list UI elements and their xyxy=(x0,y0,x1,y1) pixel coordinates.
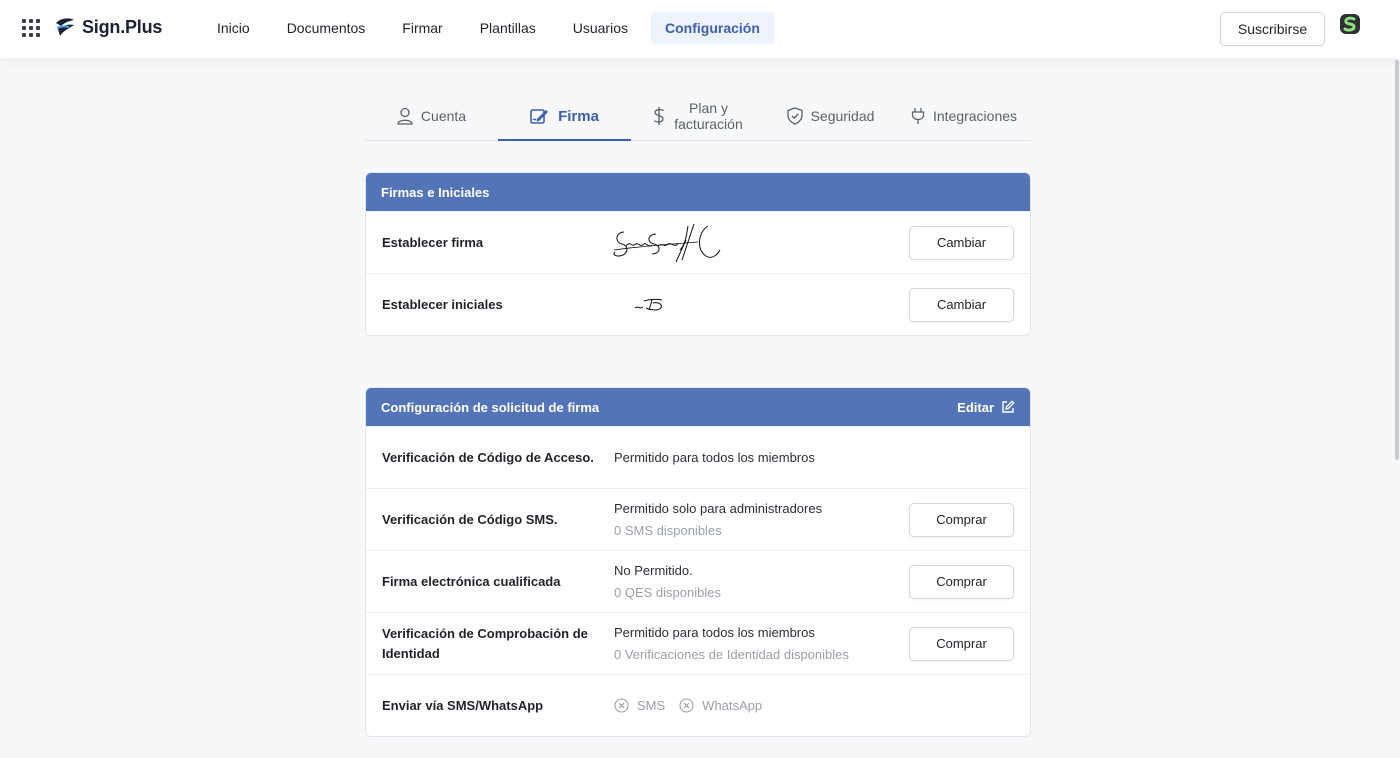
row-label: Verificación de Comprobación de Identida… xyxy=(382,625,588,661)
subscribe-button[interactable]: Suscribirse xyxy=(1220,12,1325,46)
access-code-verification-row: Verificación de Código de Acceso. Permit… xyxy=(366,426,1030,488)
buy-qes-button[interactable]: Comprar xyxy=(909,564,1014,599)
x-circle-icon xyxy=(679,698,694,713)
nav-item-documentos[interactable]: Documentos xyxy=(273,12,380,44)
set-signature-row: Establecer firma Cambiar xyxy=(366,211,1030,273)
tab-label: Firma xyxy=(558,107,599,125)
row-value: Permitido para todos los miembros xyxy=(614,447,815,469)
qualified-signature-row: Firma electrónica cualificada No Permiti… xyxy=(366,550,1030,612)
set-initials-row: Establecer iniciales Cambiar xyxy=(366,273,1030,335)
nav-item-plantillas[interactable]: Plantillas xyxy=(466,12,550,44)
tab-label-line2: facturación xyxy=(674,116,743,132)
row-value: Permitido para todos los miembros 0 Veri… xyxy=(614,622,849,666)
tab-cuenta[interactable]: Cuenta xyxy=(365,92,498,140)
tab-label: Integraciones xyxy=(932,108,1018,124)
card-title: Configuración de solicitud de firma xyxy=(381,399,600,415)
card-header: Firmas e Iniciales xyxy=(366,173,1030,211)
edit-button[interactable]: Editar xyxy=(957,400,1015,415)
whatsapp-option[interactable]: WhatsApp xyxy=(679,698,762,713)
value-text: Permitido solo para administradores xyxy=(614,500,823,516)
change-signature-button[interactable]: Cambiar xyxy=(909,225,1014,260)
settings-tabs: Cuenta Firma Plan y facturación Segurida… xyxy=(365,92,1031,141)
identity-verification-row: Verificación de Comprobación de Identida… xyxy=(366,612,1030,674)
row-label: Establecer firma xyxy=(382,234,484,250)
top-navigation-bar: Sign.Plus Inicio Documentos Firmar Plant… xyxy=(0,0,1400,58)
nav-item-configuracion[interactable]: Configuración xyxy=(651,12,774,44)
value-subtext: 0 Verificaciones de Identidad disponible… xyxy=(614,646,849,662)
card-title: Firmas e Iniciales xyxy=(381,184,490,200)
sms-option[interactable]: SMS xyxy=(614,698,665,713)
card-header: Configuración de solicitud de firma Edit… xyxy=(366,388,1030,426)
row-value: Permitido solo para administradores 0 SM… xyxy=(614,498,822,542)
signature-request-config-card: Configuración de solicitud de firma Edit… xyxy=(365,387,1031,737)
option-label: WhatsApp xyxy=(702,698,763,713)
row-label: Verificación de Código SMS. xyxy=(382,511,558,527)
buy-identity-button[interactable]: Comprar xyxy=(909,626,1014,661)
apps-grid-icon[interactable] xyxy=(22,19,40,37)
send-via-row: Enviar vía SMS/WhatsApp SMS WhatsApp xyxy=(366,674,1030,736)
value-subtext: 0 SMS disponibles xyxy=(614,522,722,538)
row-label: Establecer iniciales xyxy=(382,296,503,312)
nav-item-inicio[interactable]: Inicio xyxy=(203,12,264,44)
tab-label: Plan y facturación xyxy=(674,100,742,132)
value-text: No Permitido. xyxy=(614,562,693,578)
send-via-options: SMS WhatsApp xyxy=(614,698,762,713)
row-label: Enviar vía SMS/WhatsApp xyxy=(382,697,544,713)
x-circle-icon xyxy=(614,698,629,713)
user-icon xyxy=(397,107,413,125)
option-label: SMS xyxy=(637,698,666,713)
nav-item-firmar[interactable]: Firmar xyxy=(388,12,456,44)
row-value: No Permitido. 0 QES disponibles xyxy=(614,560,721,604)
plug-icon xyxy=(911,108,925,124)
value-subtext: 0 QES disponibles xyxy=(614,584,721,600)
tab-seguridad[interactable]: Seguridad xyxy=(764,92,897,140)
shield-icon xyxy=(786,107,803,125)
logo[interactable]: Sign.Plus xyxy=(54,16,162,38)
avatar[interactable] xyxy=(1339,13,1361,35)
sign-plus-logo-icon xyxy=(56,18,74,36)
main-nav: Inicio Documentos Firmar Plantillas Usua… xyxy=(203,12,783,44)
edit-label: Editar xyxy=(957,399,994,415)
sms-code-verification-row: Verificación de Código SMS. Permitido so… xyxy=(366,488,1030,550)
value-text: Permitido para todos los miembros xyxy=(614,449,815,465)
tab-integraciones[interactable]: Integraciones xyxy=(897,92,1031,140)
tab-label: Cuenta xyxy=(420,108,467,124)
tab-plan-facturacion[interactable]: Plan y facturación xyxy=(631,92,764,140)
value-text: Permitido para todos los miembros xyxy=(614,624,815,640)
signature-icon xyxy=(530,109,549,124)
initials-preview-icon xyxy=(634,298,663,311)
signature-preview-icon xyxy=(613,223,721,262)
scrollbar-thumb[interactable] xyxy=(1395,60,1399,460)
tab-firma[interactable]: Firma xyxy=(498,92,631,141)
brand-name: Sign.Plus xyxy=(82,16,163,37)
nav-item-usuarios[interactable]: Usuarios xyxy=(559,12,642,44)
row-label: Verificación de Código de Acceso. xyxy=(382,449,594,465)
page-scrollbar[interactable] xyxy=(1394,58,1400,758)
signatures-card: Firmas e Iniciales Establecer firma Camb… xyxy=(365,172,1031,336)
tab-label-line1: Plan y xyxy=(689,100,728,116)
tab-label: Seguridad xyxy=(810,108,875,124)
dollar-icon xyxy=(654,107,665,125)
edit-icon xyxy=(1002,400,1015,413)
change-initials-button[interactable]: Cambiar xyxy=(909,287,1014,322)
buy-sms-button[interactable]: Comprar xyxy=(909,502,1014,537)
row-label: Firma electrónica cualificada xyxy=(382,573,561,589)
